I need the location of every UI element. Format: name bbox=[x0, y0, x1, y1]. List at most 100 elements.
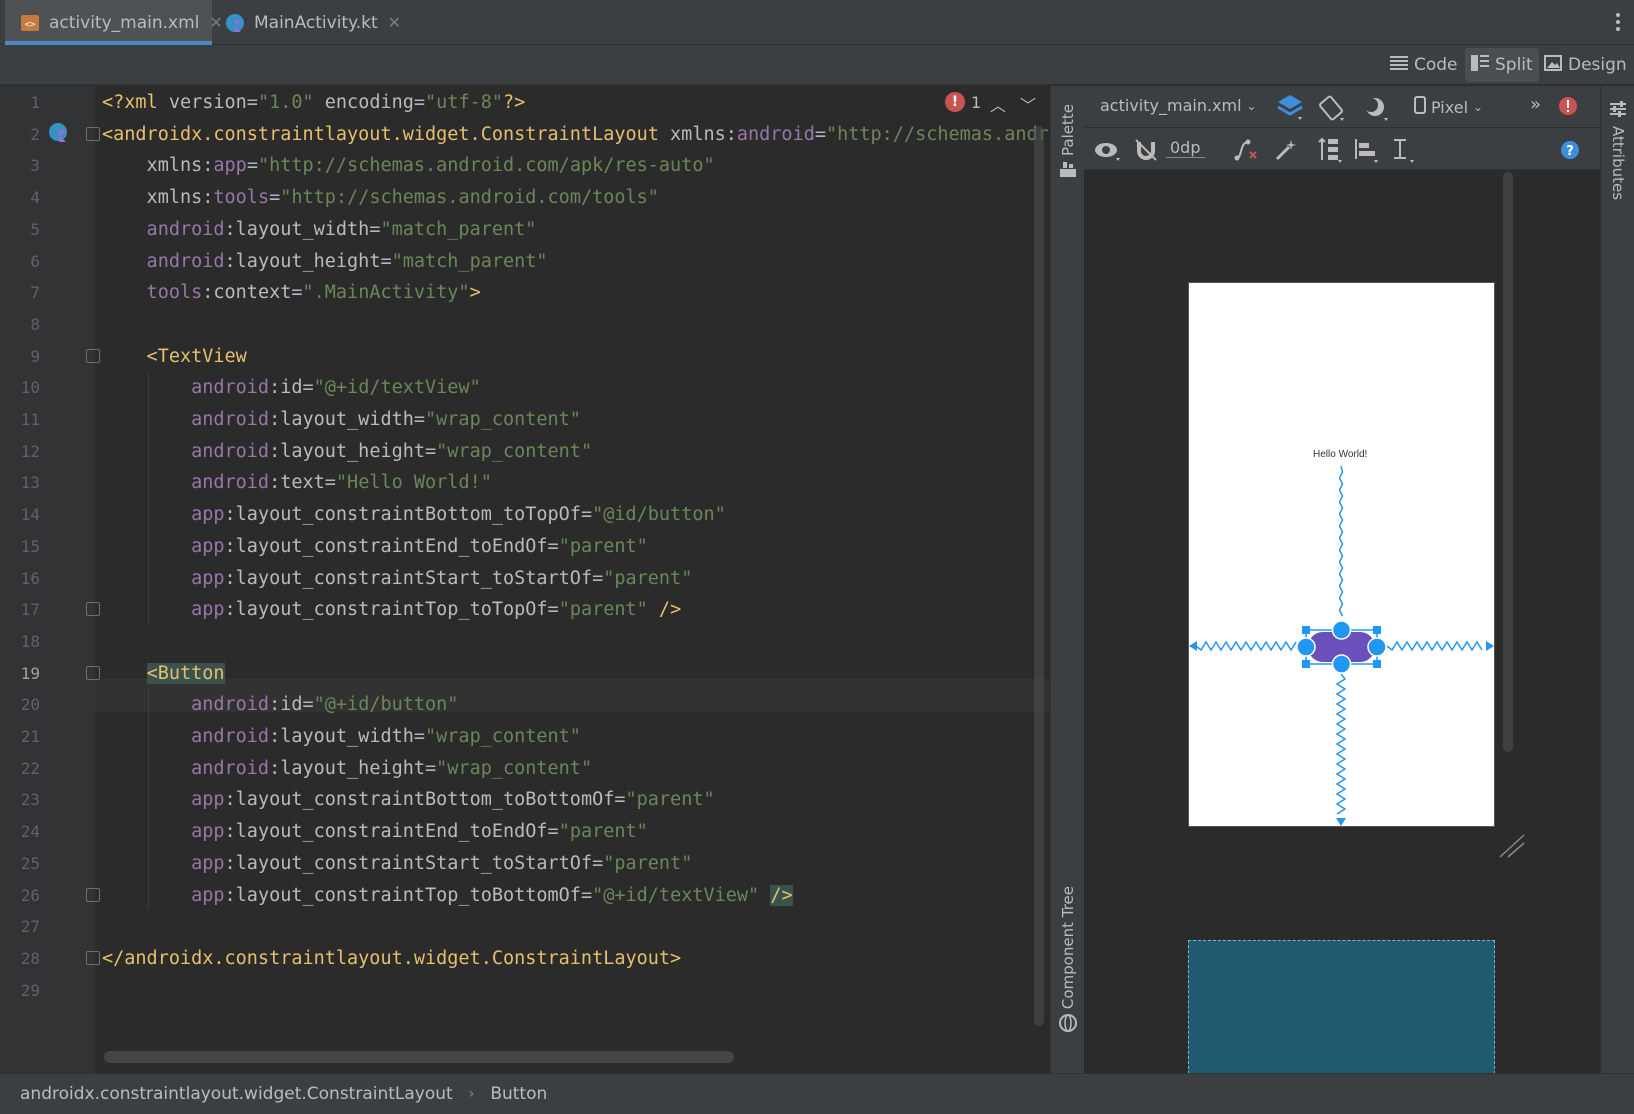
code-token: "match_parent" bbox=[380, 218, 537, 240]
code-line[interactable]: app:layout_constraintTop_toTopOf="parent… bbox=[102, 593, 681, 626]
code-token: "wrap_content" bbox=[436, 757, 593, 779]
view-options-eye-icon[interactable] bbox=[1094, 140, 1122, 166]
next-problem-icon[interactable]: ﹀ bbox=[1020, 96, 1050, 115]
code-line[interactable]: xmlns:tools="http://schemas.android.com/… bbox=[102, 181, 659, 214]
previous-problem-icon[interactable]: ︿ bbox=[990, 96, 1020, 115]
fold-marker-icon[interactable] bbox=[86, 348, 100, 363]
fold-marker-icon[interactable] bbox=[86, 602, 100, 617]
fold-marker-icon[interactable] bbox=[86, 950, 100, 965]
code-token: android bbox=[102, 409, 270, 430]
code-line[interactable]: <Button bbox=[102, 657, 225, 690]
split-mode-label: Split bbox=[1495, 55, 1533, 75]
textview-preview[interactable]: Hello World! bbox=[1313, 449, 1367, 460]
fold-marker-icon[interactable] bbox=[86, 126, 100, 141]
problem-navigation[interactable]: ︿﹀ bbox=[990, 92, 1050, 116]
phone-icon bbox=[1414, 96, 1426, 118]
code-line[interactable]: xmlns:app="http://schemas.android.com/ap… bbox=[102, 149, 715, 182]
guidelines-icon[interactable] bbox=[1388, 136, 1416, 168]
editor-horizontal-scrollbar[interactable] bbox=[104, 1051, 734, 1063]
code-token: = bbox=[246, 92, 258, 113]
code-line[interactable]: android:layout_height="match_parent" bbox=[102, 245, 548, 278]
align-icon[interactable] bbox=[1352, 136, 1380, 168]
device-dropdown[interactable]: Pixel ⌄ bbox=[1414, 96, 1483, 118]
code-line[interactable]: app:layout_constraintStart_toStartOf="pa… bbox=[102, 847, 692, 880]
close-icon[interactable]: ✕ bbox=[388, 13, 401, 32]
code-line[interactable]: android:id="@+id/textView" bbox=[102, 371, 481, 404]
code-token: = bbox=[369, 218, 381, 240]
code-token: "parent" bbox=[558, 535, 648, 557]
code-token: = bbox=[547, 821, 559, 843]
design-surface-icon[interactable] bbox=[1276, 93, 1306, 125]
pack-guidelines-icon[interactable] bbox=[1316, 136, 1344, 168]
orientation-icon[interactable] bbox=[1318, 94, 1348, 126]
code-token: ".MainActivity" bbox=[302, 282, 470, 304]
canvas-resize-handle-icon[interactable] bbox=[1498, 833, 1526, 859]
code-line[interactable]: android:id="@+id/button" bbox=[102, 688, 458, 721]
code-line[interactable]: app:layout_constraintTop_toBottomOf="@+i… bbox=[102, 879, 793, 912]
layout-file-dropdown[interactable]: activity_main.xml ⌄ bbox=[1100, 96, 1257, 115]
more-options-icon[interactable] bbox=[1616, 10, 1622, 34]
indent-guide bbox=[148, 688, 149, 911]
tab-mainactivity-kt[interactable]: MainActivity.kt ✕ bbox=[220, 0, 401, 45]
problems-indicator[interactable]: ! 1 bbox=[945, 92, 981, 112]
code-line[interactable]: android:layout_width="wrap_content" bbox=[102, 403, 581, 436]
code-token: :layout_constraintEnd_toEndOf bbox=[224, 821, 548, 843]
tab-activity-main-xml[interactable]: <> activity_main.xml ✕ bbox=[5, 0, 223, 45]
code-line[interactable]: android:layout_height="wrap_content" bbox=[102, 435, 592, 468]
code-line[interactable]: app:layout_constraintEnd_toEndOf="parent… bbox=[102, 530, 648, 563]
code-line[interactable]: <TextView bbox=[102, 340, 247, 373]
code-token: "utf-8" bbox=[425, 92, 503, 113]
component-tree-panel-button[interactable]: Component Tree bbox=[1059, 886, 1077, 1009]
code-token: <TextView bbox=[102, 345, 247, 367]
code-line[interactable]: android:layout_width="wrap_content" bbox=[102, 720, 581, 753]
night-mode-icon[interactable] bbox=[1362, 94, 1392, 126]
overflow-chevron-icon[interactable]: » bbox=[1530, 94, 1541, 115]
code-line[interactable]: android:layout_width="match_parent" bbox=[102, 213, 537, 246]
code-line[interactable]: <androidx.constraintlayout.widget.Constr… bbox=[102, 118, 1050, 151]
code-area[interactable]: <?xml version="1.0" encoding="utf-8"?> <a… bbox=[102, 86, 1050, 1073]
code-line[interactable]: android:text="Hello World!" bbox=[102, 466, 492, 499]
code-line[interactable]: android:layout_height="wrap_content" bbox=[102, 752, 592, 785]
blueprint-preview[interactable] bbox=[1188, 940, 1495, 1074]
layout-file-label: activity_main.xml bbox=[1100, 96, 1242, 115]
default-margin-field[interactable]: 0dp bbox=[1166, 138, 1205, 158]
autoconnect-magnet-icon[interactable] bbox=[1134, 138, 1158, 166]
activity-link-icon[interactable] bbox=[48, 122, 70, 148]
code-mode-button[interactable]: Code bbox=[1384, 48, 1464, 82]
code-line[interactable]: app:layout_constraintBottom_toTopOf="@id… bbox=[102, 498, 726, 531]
fold-marker-icon[interactable] bbox=[86, 665, 100, 680]
help-icon[interactable]: ? bbox=[1560, 140, 1580, 164]
palette-panel-button[interactable]: Palette bbox=[1059, 104, 1077, 156]
editor-vertical-scrollbar[interactable] bbox=[1034, 126, 1044, 1026]
code-line[interactable]: <?xml version="1.0" encoding="utf-8"?> bbox=[102, 86, 525, 119]
code-line[interactable]: tools:context=".MainActivity"> bbox=[102, 276, 481, 309]
code-line[interactable]: app:layout_constraintStart_toStartOf="pa… bbox=[102, 562, 692, 595]
code-line[interactable]: app:layout_constraintEnd_toEndOf="parent… bbox=[102, 815, 648, 848]
code-token: = bbox=[269, 187, 281, 209]
code-token: android bbox=[102, 472, 270, 494]
error-icon[interactable] bbox=[1558, 96, 1578, 120]
globe-icon bbox=[1059, 1014, 1077, 1036]
code-token: "1.0" bbox=[257, 92, 314, 113]
right-tool-strip: Attributes bbox=[1600, 86, 1634, 1073]
split-view-icon bbox=[1471, 54, 1489, 76]
code-line[interactable]: app:layout_constraintBottom_toBottomOf="… bbox=[102, 783, 715, 816]
code-token: encoding bbox=[313, 92, 414, 113]
code-editor[interactable]: 1 2 3 4 5 6 7 8 9 10 11 12 13 14 15 16 17 18 19 20 21 22 23 24 2… bbox=[0, 86, 1050, 1073]
breadcrumb-item-button[interactable]: Button bbox=[490, 1084, 547, 1104]
design-vertical-scrollbar[interactable] bbox=[1503, 172, 1513, 752]
breadcrumb-item-constraintlayout[interactable]: androidx.constraintlayout.widget.Constra… bbox=[20, 1084, 453, 1104]
line-gutter: 1 2 3 4 5 6 7 8 9 10 11 12 13 14 15 16 17 18 19 20 21 22 23 24 2… bbox=[0, 86, 95, 1073]
design-mode-button[interactable]: Design bbox=[1538, 48, 1633, 82]
code-line[interactable]: </androidx.constraintlayout.widget.Const… bbox=[102, 942, 681, 975]
clear-constraints-icon[interactable] bbox=[1234, 138, 1260, 166]
code-token: app bbox=[102, 821, 225, 843]
view-mode-bar: Code Split Design bbox=[0, 45, 1634, 85]
code-token: :layout_constraintEnd_toEndOf bbox=[224, 535, 548, 557]
code-token: = bbox=[291, 282, 303, 304]
fold-marker-icon[interactable] bbox=[86, 887, 100, 902]
code-token: = bbox=[413, 92, 426, 113]
split-mode-button[interactable]: Split bbox=[1465, 48, 1539, 82]
attributes-panel-button[interactable]: Attributes bbox=[1609, 126, 1627, 200]
infer-constraints-wand-icon[interactable] bbox=[1274, 138, 1298, 166]
